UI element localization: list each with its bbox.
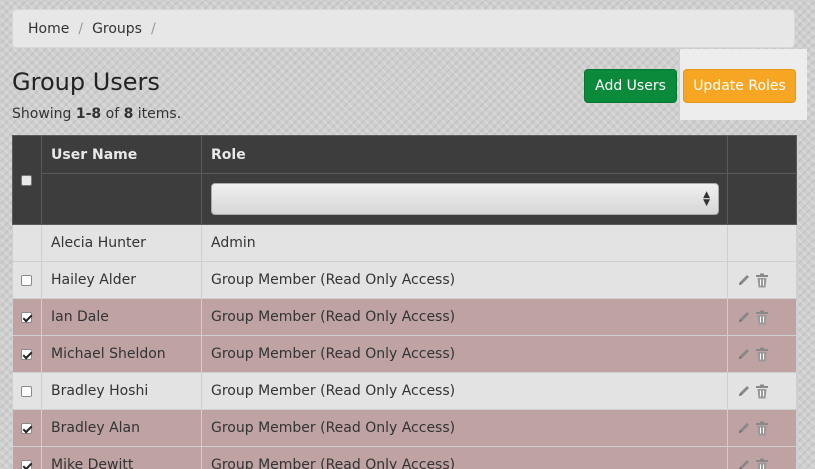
trash-icon[interactable] [755,272,769,288]
trash-icon[interactable] [755,309,769,325]
row-checkbox[interactable] [21,422,32,434]
breadcrumb-groups-link[interactable]: Groups [92,21,142,37]
select-all-checkbox[interactable] [21,174,32,186]
role-filter-select[interactable]: ▲ ▼ [211,183,719,215]
breadcrumb: Home / Groups / [12,9,795,48]
pencil-icon[interactable] [737,272,751,288]
row-checkbox[interactable] [21,459,32,469]
column-header-actions [727,135,797,174]
role-cell: Group Member (Read Only Access) [201,372,728,410]
select-arrows-icon: ▲ ▼ [703,190,710,208]
table-row[interactable]: Michael Sheldon Group Member (Read Only A… [12,335,797,373]
row-checkbox[interactable] [21,385,32,397]
role-filter-cell: ▲ ▼ [201,173,728,225]
username-filter-cell [41,173,202,225]
role-cell: Group Member (Read Only Access) [201,446,728,469]
breadcrumb-separator: / [150,20,156,37]
breadcrumb-home-link[interactable]: Home [28,21,69,37]
role-cell: Group Member (Read Only Access) [201,298,728,336]
trash-icon[interactable] [755,420,769,436]
username-cell: Ian Dale [41,298,202,336]
row-actions-cell [727,409,797,447]
row-actions-cell [727,261,797,299]
row-checkbox[interactable] [21,311,32,323]
pencil-icon[interactable] [737,420,751,436]
row-actions-cell [727,335,797,373]
table-row[interactable]: Hailey Alder Group Member (Read Only Acce… [12,261,797,299]
row-select-cell [12,224,42,262]
pencil-icon[interactable] [737,457,751,469]
table-row[interactable]: Ian Dale Group Member (Read Only Access) [12,298,797,336]
role-cell: Admin [201,224,728,262]
role-cell: Group Member (Read Only Access) [201,409,728,447]
row-select-cell [12,372,42,410]
page-title: Group Users [12,68,160,96]
items-summary: Showing 1-8 of 8 items. [12,106,181,122]
summary-total: 8 [123,106,134,122]
summary-prefix: Showing [12,106,76,122]
row-select-cell [12,446,42,469]
row-actions-cell [727,224,797,262]
table-row[interactable]: Bradley Alan Group Member (Read Only Acce… [12,409,797,447]
pencil-icon[interactable] [737,383,751,399]
trash-icon[interactable] [755,346,769,362]
update-roles-button[interactable]: Update Roles [683,69,796,103]
add-users-button[interactable]: Add Users [584,69,677,103]
trash-icon[interactable] [755,457,769,469]
trash-icon[interactable] [755,383,769,399]
username-cell: Hailey Alder [41,261,202,299]
table-row[interactable]: Mike Dewitt Group Member (Read Only Acces… [12,446,797,469]
pencil-icon[interactable] [737,309,751,325]
row-checkbox[interactable] [21,274,32,286]
username-cell: Michael Sheldon [41,335,202,373]
username-cell: Bradley Alan [41,409,202,447]
group-users-table: User Name Role ▲ ▼ Alecia Hunter Admin Hail… [12,135,797,469]
select-all-cell [12,135,42,225]
column-header-role[interactable]: Role [201,135,728,174]
table-row[interactable]: Bradley Hoshi Group Member (Read Only Acc… [12,372,797,410]
pencil-icon[interactable] [737,346,751,362]
row-select-cell [12,261,42,299]
row-select-cell [12,409,42,447]
breadcrumb-separator: / [78,20,84,37]
summary-suffix: items. [133,106,182,122]
username-cell: Alecia Hunter [41,224,202,262]
role-cell: Group Member (Read Only Access) [201,261,728,299]
summary-mid: of [101,106,124,122]
row-actions-cell [727,372,797,410]
role-cell: Group Member (Read Only Access) [201,335,728,373]
username-cell: Bradley Hoshi [41,372,202,410]
summary-range: 1-8 [75,106,102,122]
row-checkbox[interactable] [21,348,32,360]
column-header-username[interactable]: User Name [41,135,202,174]
username-cell: Mike Dewitt [41,446,202,469]
actions-filter-cell [727,173,797,225]
table-row[interactable]: Alecia Hunter Admin [12,224,797,262]
row-actions-cell [727,446,797,469]
row-select-cell [12,335,42,373]
row-select-cell [12,298,42,336]
row-actions-cell [727,298,797,336]
